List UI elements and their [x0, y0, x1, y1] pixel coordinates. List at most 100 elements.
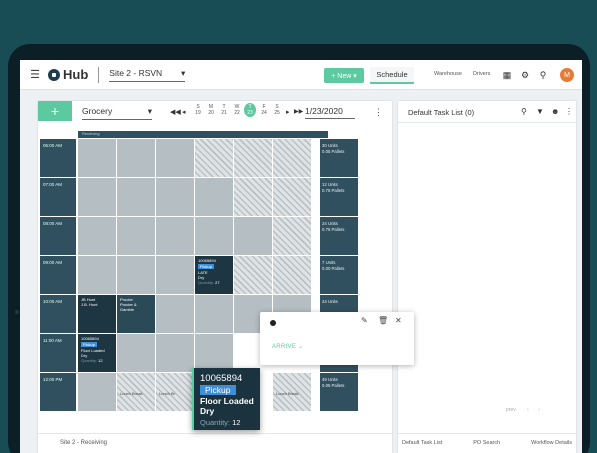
- gear-icon[interactable]: ⚙: [519, 69, 531, 81]
- top-navigation-bar: ☰ Hub Site 2 - RSVN ▾: [20, 60, 582, 90]
- chevron-right-icon[interactable]: ›: [538, 407, 540, 413]
- quantity-value: 12: [98, 358, 103, 363]
- slot-cell[interactable]: [156, 256, 194, 294]
- blocked-slot: [273, 217, 311, 255]
- appointment-id: 10065894: [198, 258, 216, 263]
- day-tue[interactable]: T 21: [219, 104, 229, 116]
- last-week-icon[interactable]: ▶▶: [294, 108, 303, 115]
- chevron-left-icon[interactable]: ‹: [527, 407, 529, 413]
- nav-link-warehouse[interactable]: Warehouse: [434, 71, 462, 77]
- appointment-quantity: Quantity: 12: [81, 358, 113, 363]
- slot-cell[interactable]: [156, 334, 194, 372]
- quantity-label: Quantity:: [81, 358, 98, 363]
- arrive-action-button[interactable]: ARRIVE ⌄: [272, 343, 303, 350]
- slot-cell[interactable]: [78, 139, 116, 177]
- capacity-stat: 30 Units 0.05 Pallets: [320, 139, 358, 177]
- slot-cell[interactable]: [78, 217, 116, 255]
- lunch-slot: Lunch Br: [156, 373, 194, 411]
- app-logo[interactable]: Hub: [48, 67, 88, 82]
- time-label: 05:00 AM: [40, 139, 76, 177]
- stat-pallets: 0.00 Pallets: [322, 265, 345, 271]
- day-number: 22: [234, 110, 240, 116]
- arrive-label: ARRIVE: [272, 344, 297, 350]
- slot-cell[interactable]: [78, 373, 116, 411]
- tab-po-search[interactable]: PO Search: [473, 440, 500, 447]
- time-label: 12:00 PM: [40, 373, 76, 411]
- blocked-slot: [273, 178, 311, 216]
- dock-header: Receiving: [78, 131, 328, 138]
- more-options-icon[interactable]: ⋮: [565, 107, 573, 116]
- dragged-appointment-card[interactable]: 10065894 Pickup Floor Loaded Dry Quantit…: [192, 368, 260, 430]
- appointment-card[interactable]: 10065894 Pickup Floor Loaded Dry Quantit…: [78, 334, 116, 372]
- slot-cell[interactable]: [78, 178, 116, 216]
- quantity-label: Quantity:: [198, 280, 215, 285]
- nav-link-drivers[interactable]: Drivers: [473, 71, 490, 77]
- appointment-kind: Floor Loaded: [200, 396, 254, 406]
- edit-icon[interactable]: ✎: [361, 316, 368, 325]
- blocked-slot: [273, 139, 311, 177]
- tab-workflow-details[interactable]: Workflow Details: [531, 440, 572, 447]
- appointment-carrier-name-cont: Gamble: [120, 307, 135, 312]
- slot-cell[interactable]: [117, 217, 155, 255]
- search-icon[interactable]: ⚲: [521, 107, 527, 116]
- quantity-value: 12: [232, 418, 241, 427]
- day-fri[interactable]: F 24: [259, 104, 269, 116]
- slot-cell[interactable]: [117, 139, 155, 177]
- slot-cell[interactable]: [234, 217, 272, 255]
- slot-cell[interactable]: [195, 295, 233, 333]
- slot-cell[interactable]: [195, 217, 233, 255]
- slot-cell[interactable]: [156, 178, 194, 216]
- stat-pallets: 0.75 Pallets: [322, 187, 345, 193]
- task-list-tabs: Default Task List PO Search Workflow Det…: [398, 433, 576, 453]
- schedule-footer: Site 2 - Receiving: [38, 433, 392, 453]
- app-logo-text: Hub: [63, 67, 89, 82]
- add-appointment-button[interactable]: +: [38, 101, 72, 121]
- slot-cell[interactable]: [195, 178, 233, 216]
- lunch-slot: Lunch Break: [117, 373, 155, 411]
- slot-cell[interactable]: [156, 217, 194, 255]
- slot-cell[interactable]: [117, 334, 155, 372]
- appointment-card[interactable]: Procter Procter & Gamble: [117, 295, 155, 333]
- appointment-card[interactable]: 10065894 Pickup LATE Dry Quantity: 27: [195, 256, 233, 294]
- slot-cell[interactable]: [156, 139, 194, 177]
- day-number: 19: [195, 110, 201, 116]
- new-button[interactable]: + New ▾: [324, 68, 364, 83]
- slot-cell[interactable]: [78, 256, 116, 294]
- date-field[interactable]: 1/23/2020: [305, 106, 355, 119]
- close-icon[interactable]: ✕: [395, 316, 402, 325]
- category-selector[interactable]: Grocery ▾: [82, 106, 152, 120]
- appointment-id: 10065894: [200, 373, 243, 384]
- slot-cell[interactable]: [195, 334, 233, 372]
- task-list-header: Default Task List (0): [398, 101, 576, 123]
- site-selector[interactable]: Site 2 - RSVN ▾: [109, 68, 186, 82]
- appointment-card[interactable]: JB Hunt J.B. Hunt: [78, 295, 116, 333]
- search-icon[interactable]: ⚲: [537, 69, 549, 81]
- next-day-icon[interactable]: ▸: [286, 108, 290, 116]
- tab-default-task-list[interactable]: Default Task List: [402, 440, 442, 447]
- person-icon[interactable]: ☻: [551, 107, 559, 116]
- time-label: 07:00 AM: [40, 178, 76, 216]
- menu-icon[interactable]: ☰: [28, 69, 42, 81]
- appointment-type-badge: Pickup: [200, 385, 236, 395]
- pager-prev-label[interactable]: prev: [506, 407, 516, 413]
- appointment-action-popup: ✎ 🗑 ✕ ARRIVE ⌄: [260, 312, 414, 365]
- slot-cell[interactable]: [117, 178, 155, 216]
- prev-day-icon[interactable]: ◂: [182, 108, 186, 116]
- slot-cell[interactable]: [156, 295, 194, 333]
- day-sat[interactable]: S 25: [272, 104, 282, 116]
- blocked-slot: [234, 178, 272, 216]
- day-sun[interactable]: S 19: [193, 104, 203, 116]
- day-mon[interactable]: M 20: [206, 104, 216, 116]
- filter-icon[interactable]: ▼: [536, 107, 544, 116]
- schedule-tab[interactable]: Schedule: [370, 67, 414, 84]
- apps-grid-icon[interactable]: ▦: [501, 69, 513, 81]
- day-wed[interactable]: W 22: [232, 104, 242, 116]
- delete-icon[interactable]: 🗑: [378, 316, 388, 325]
- lunch-label: Lunch Break: [276, 391, 299, 396]
- user-avatar[interactable]: M: [560, 68, 574, 82]
- day-thu-selected[interactable]: T 23: [244, 103, 256, 117]
- first-week-icon[interactable]: ◀◀: [170, 108, 181, 116]
- slot-cell[interactable]: [117, 256, 155, 294]
- more-options-icon[interactable]: ⋮: [374, 107, 383, 118]
- capacity-stat: 24 Units 0.75 Pallets: [320, 217, 358, 255]
